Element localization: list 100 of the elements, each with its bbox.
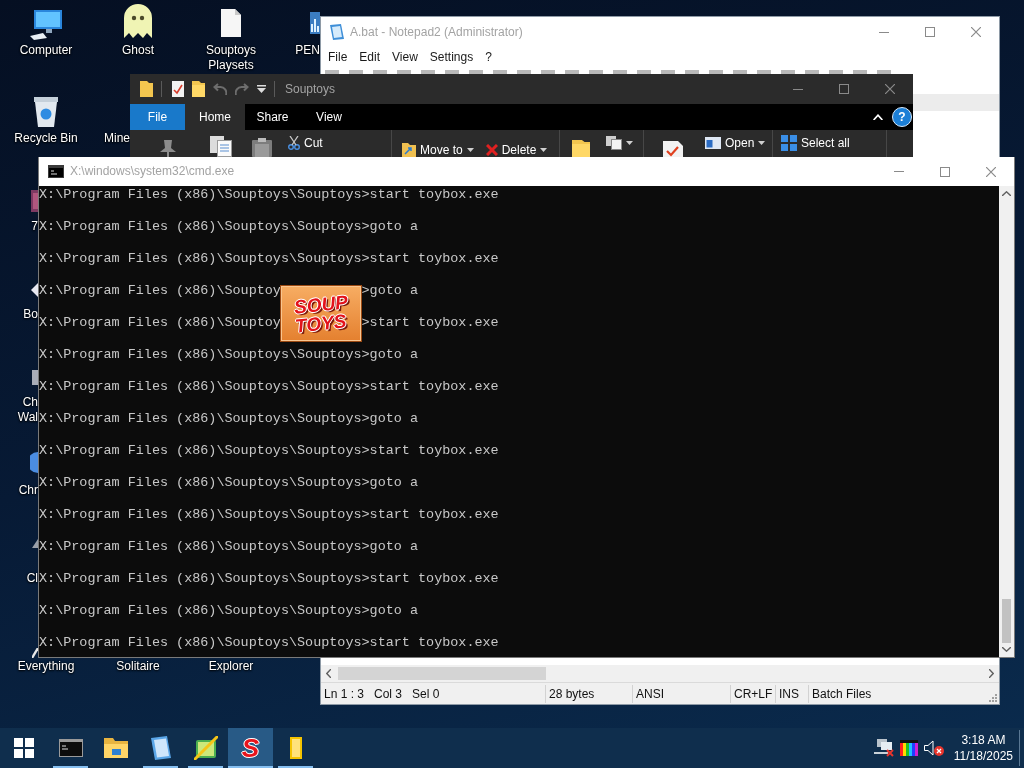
folder-icon [103, 738, 128, 758]
monitor-icon[interactable] [30, 10, 62, 40]
ribbon-tab[interactable]: Share [245, 104, 300, 130]
ribbon-tab[interactable]: View [300, 104, 358, 130]
icon-label[interactable]: Recycle Bin [8, 131, 84, 146]
console-text: X:\Program Files (x86)\Souptoys\Souptoys>start toybox.exe [39, 635, 499, 650]
horizontal-scrollbar[interactable] [321, 665, 999, 682]
maximize-icon [940, 166, 950, 177]
status-field: CR+LF [730, 684, 775, 703]
file-menu-button[interactable]: File [130, 104, 185, 130]
menu-item[interactable]: Settings [423, 47, 480, 67]
icon-label[interactable]: Chr [18, 483, 38, 498]
console-text: X:\Program Files (x86)\Souptoys\Souptoys>goto a [39, 219, 418, 234]
ribbon-button[interactable]: Select all [779, 136, 852, 150]
status-field: INS [775, 684, 808, 703]
icon-label[interactable]: Ch Wal [17, 395, 38, 425]
icon-label[interactable]: Solitaire [100, 659, 176, 674]
icon-label[interactable]: Bo [23, 307, 38, 322]
console-text: X:\Program Files (x86)\Souptoys\Souptoys>start toybox.exe [39, 187, 499, 202]
notepad-icon [330, 24, 344, 40]
status-field: 28 bytes [545, 684, 632, 703]
windows-logo-icon [14, 738, 34, 758]
help-button[interactable]: ? [892, 107, 912, 127]
network-icon[interactable] [873, 739, 894, 757]
file-icon [289, 737, 302, 759]
console-icon [48, 165, 64, 178]
folder-icon[interactable] [572, 140, 590, 157]
chevron-up-icon[interactable] [873, 114, 883, 120]
status-field: Batch Files [808, 684, 988, 703]
close-icon [986, 166, 996, 177]
scrollbar-thumb[interactable] [1002, 599, 1011, 643]
checked-document-icon[interactable] [663, 141, 683, 157]
copy-icon [606, 136, 622, 150]
icon-label[interactable]: Mine [104, 131, 130, 146]
menu-item[interactable]: View [386, 47, 424, 67]
notepad-icon [150, 736, 171, 760]
pushpin-icon[interactable] [158, 140, 178, 157]
recycle-bin-icon[interactable] [34, 97, 58, 127]
console-text: X:\Program Files (x86)\Souptoys\Souptoys>goto a [39, 475, 418, 490]
speaker-icon[interactable] [923, 740, 944, 756]
copy-icon[interactable] [210, 136, 232, 157]
checked-document-icon[interactable] [172, 81, 184, 97]
console-text: X:\Program Files (x86)\Souptoys\Souptoys>goto a [39, 411, 418, 426]
icon-label[interactable]: Cl [26, 571, 38, 586]
clock-date[interactable]: 11/18/2025 [953, 748, 1013, 764]
clock-time[interactable]: 3:18 AM [961, 732, 1006, 748]
icon-label[interactable]: PEN [295, 43, 320, 58]
console-text: X:\Program Files (x86)\Souptoys\Souptoys>start toybox.exe [39, 251, 499, 266]
vertical-scrollbar[interactable] [999, 186, 1014, 657]
clipboard-icon[interactable] [252, 138, 272, 157]
icon-label[interactable]: Ghost [100, 43, 176, 58]
menu-item[interactable]: File [322, 47, 354, 67]
close-icon [885, 84, 895, 94]
console-text: >goto a [361, 283, 418, 298]
scroll-up-icon[interactable] [1002, 191, 1011, 196]
dropdown-icon[interactable] [257, 85, 266, 93]
scroll-down-icon[interactable] [1002, 647, 1011, 652]
folder-icon[interactable] [192, 81, 205, 97]
ribbon-tab[interactable]: Home [185, 104, 245, 130]
magnifier-icon[interactable] [32, 648, 38, 658]
console-text: X:\Program Files (x86)\Souptoys\Souptoys>goto a [39, 347, 418, 362]
close-icon [971, 27, 981, 37]
icon-label[interactable]: Everything [8, 659, 84, 674]
globe-icon[interactable] [30, 452, 38, 473]
console-icon [58, 739, 83, 757]
minimize-icon [894, 171, 904, 172]
icon-label[interactable]: Explorer [193, 659, 269, 674]
console-text: X:\Program Files (x86)\Souptoys\Souptoys>start toybox.exe [39, 379, 499, 394]
scroll-right-icon[interactable] [989, 669, 994, 678]
scissors-icon [288, 136, 300, 150]
document-icon[interactable] [221, 9, 241, 37]
console-text: X:\Program Files (x86)\Souptoy [39, 315, 281, 330]
icon-label[interactable]: Souptoys Playsets [193, 43, 269, 73]
scroll-left-icon[interactable] [326, 669, 331, 678]
menu-item[interactable]: ? [479, 47, 498, 67]
console-text: X:\Program Files (x86)\Souptoys\Souptoys>start toybox.exe [39, 571, 499, 586]
scrollbar-thumb[interactable] [338, 667, 546, 680]
console-text: X:\Program Files (x86)\Souptoy [39, 283, 281, 298]
undo-icon[interactable] [213, 83, 227, 95]
menu-item[interactable]: Edit [353, 47, 387, 67]
delete-icon [485, 144, 498, 156]
chart-icon[interactable] [310, 12, 320, 34]
ribbon-button[interactable]: Delete [483, 143, 550, 157]
icon-label[interactable]: 7 [31, 219, 38, 234]
maximize-icon [925, 27, 935, 37]
redo-icon[interactable] [235, 83, 249, 95]
ribbon-button[interactable]: Cut [286, 136, 325, 150]
ribbon-button[interactable]: Move to [400, 143, 476, 157]
paint-icon [193, 736, 218, 760]
folder-icon[interactable] [140, 81, 153, 97]
console-text: >start toybox.exe [361, 315, 499, 330]
copy-to-button[interactable] [604, 136, 635, 150]
ghost-icon[interactable] [124, 4, 152, 38]
souptoys-logo: SOUP TOYS [280, 285, 362, 342]
resize-grip-icon[interactable] [988, 693, 997, 702]
icon-label[interactable]: Computer [8, 43, 84, 58]
palette-icon[interactable] [899, 740, 918, 756]
maximize-icon [839, 84, 849, 94]
ribbon-button[interactable]: Open [703, 136, 768, 150]
arrow-icon[interactable] [31, 283, 38, 297]
